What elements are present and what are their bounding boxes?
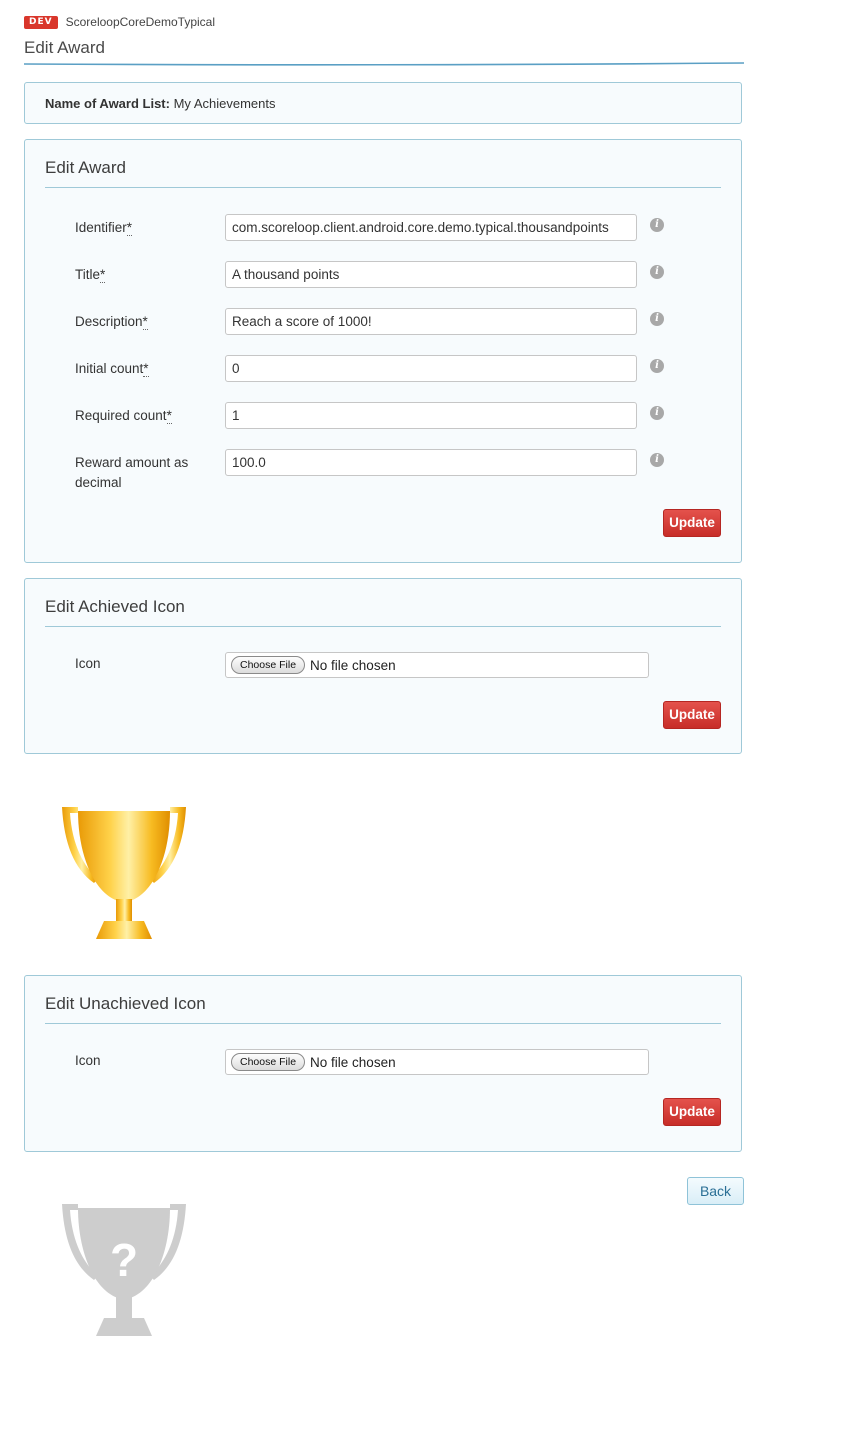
info-icon[interactable]: i <box>650 406 664 420</box>
update-award-button[interactable]: Update <box>663 509 721 537</box>
unachieved-icon-file-input[interactable]: Choose File No file chosen <box>225 1049 649 1075</box>
info-icon[interactable]: i <box>650 265 664 279</box>
title-field[interactable]: A thousand points <box>225 261 637 288</box>
choose-file-button[interactable]: Choose File <box>231 1053 306 1071</box>
edit-award-title: Edit Award <box>45 158 126 177</box>
edit-achieved-icon-heading: Edit Achieved Icon <box>45 597 721 627</box>
initial-count-field[interactable]: 0 <box>225 355 637 382</box>
info-icon[interactable]: i <box>650 312 664 326</box>
unachieved-icon-label: Icon <box>75 1053 101 1068</box>
app-name[interactable]: ScoreloopCoreDemoTypical <box>66 15 215 29</box>
gold-trophy-icon <box>62 807 186 939</box>
description-label: Description* <box>75 314 148 330</box>
edit-unachieved-icon-panel: Edit Unachieved Icon Icon Choose File No… <box>24 975 742 1152</box>
award-list-value: My Achievements <box>173 96 276 111</box>
identifier-field[interactable]: com.scoreloop.client.android.core.demo.t… <box>225 214 637 241</box>
reward-amount-field[interactable]: 100.0 <box>225 449 637 476</box>
update-achieved-icon-button[interactable]: Update <box>663 701 721 729</box>
back-button[interactable]: Back <box>687 1177 744 1205</box>
info-icon[interactable]: i <box>650 218 664 232</box>
no-file-text: No file chosen <box>310 1054 396 1070</box>
info-icon[interactable]: i <box>650 453 664 467</box>
edit-unachieved-icon-title: Edit Unachieved Icon <box>45 994 206 1013</box>
dev-badge: DEV <box>24 15 58 29</box>
initial-count-label: Initial count* <box>75 361 149 377</box>
description-field[interactable]: Reach a score of 1000! <box>225 308 637 335</box>
edit-award-heading: Edit Award <box>45 158 721 188</box>
award-list-label: Name of Award List: <box>45 96 170 111</box>
achieved-icon-label: Icon <box>75 656 101 671</box>
award-list-name-box: Name of Award List: My Achievements <box>24 82 742 124</box>
no-file-text: No file chosen <box>310 657 396 673</box>
choose-file-button[interactable]: Choose File <box>231 656 306 674</box>
achieved-icon-file-input[interactable]: Choose File No file chosen <box>225 652 649 678</box>
identifier-label: Identifier* <box>75 220 133 236</box>
reward-amount-label: Reward amount as decimal <box>75 455 189 490</box>
info-icon[interactable]: i <box>650 359 664 373</box>
required-count-field[interactable]: 1 <box>225 402 637 429</box>
gray-question-trophy-icon: ? <box>62 1204 186 1336</box>
edit-unachieved-icon-heading: Edit Unachieved Icon <box>45 994 721 1024</box>
title-divider <box>24 62 744 66</box>
page-title: Edit Award <box>24 38 105 57</box>
edit-award-panel: Edit Award Identifier* com.scoreloop.cli… <box>24 139 742 563</box>
edit-achieved-icon-panel: Edit Achieved Icon Icon Choose File No f… <box>24 578 742 754</box>
question-mark: ? <box>110 1234 138 1286</box>
required-count-label: Required count* <box>75 408 172 424</box>
edit-achieved-icon-title: Edit Achieved Icon <box>45 597 185 616</box>
title-label: Title* <box>75 267 106 283</box>
update-unachieved-icon-button[interactable]: Update <box>663 1098 721 1126</box>
app-header: DEV ScoreloopCoreDemoTypical <box>24 14 215 30</box>
